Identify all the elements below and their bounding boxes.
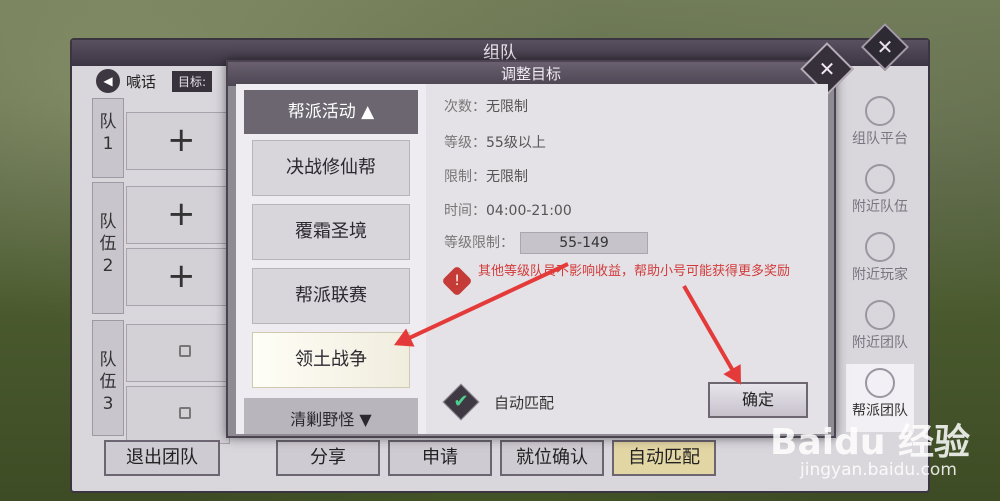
- info-key: 限制：: [444, 169, 486, 185]
- person-icon: [865, 232, 895, 262]
- shout-label: 喊话: [126, 72, 157, 91]
- category-item[interactable]: 覆霜圣境: [252, 204, 410, 260]
- side-nav-label: 组队平台: [852, 131, 908, 147]
- dialog-title: 调整目标: [228, 62, 834, 86]
- category-item[interactable]: 帮派联赛: [252, 268, 410, 324]
- people-icon: [865, 96, 895, 126]
- group-icon: [865, 300, 895, 330]
- team-slot-locked: [126, 386, 230, 444]
- info-value: 无限制: [486, 169, 528, 185]
- triangle-up-icon: ▲: [361, 102, 375, 122]
- lock-icon: [179, 345, 191, 357]
- side-nav-label: 附近团队: [852, 335, 908, 351]
- team-slot[interactable]: +: [126, 112, 230, 170]
- info-time: 时间：04:00-21:00: [444, 200, 572, 220]
- category-footer[interactable]: 清剿野怪 ▼: [244, 398, 418, 434]
- auto-match-checkbox[interactable]: ✔: [442, 383, 480, 421]
- target-label: 目标:: [172, 70, 213, 92]
- level-limit-row: 等级限制： 55-149: [444, 232, 648, 254]
- add-member-icon: +: [167, 194, 196, 234]
- baidu-watermark: Baidu 经验: [770, 422, 971, 463]
- category-footer-label: 清剿野怪: [290, 410, 355, 429]
- level-limit-label: 等级限制：: [444, 235, 514, 251]
- side-nav-nearby-groups[interactable]: 附近团队: [846, 296, 914, 364]
- team-slot[interactable]: +: [126, 248, 230, 306]
- info-key: 时间：: [444, 203, 486, 219]
- team-slot[interactable]: +: [126, 186, 230, 244]
- warning-notice: ! 其他等级队员不影响收益，帮助小号可能获得更多奖励: [441, 264, 796, 297]
- auto-match-label: 自动匹配: [494, 394, 555, 412]
- shout-area[interactable]: ◀ 喊话 目标:: [96, 68, 213, 94]
- info-value: 55级以上: [486, 135, 546, 151]
- info-value: 无限制: [486, 99, 528, 115]
- guild-icon: [865, 368, 895, 398]
- people-icon: [865, 164, 895, 194]
- auto-match-button[interactable]: 自动匹配: [612, 440, 716, 476]
- team-group-1: 队 1: [92, 98, 124, 178]
- side-nav-team-platform[interactable]: 组队平台: [846, 92, 914, 160]
- close-icon: ✕: [818, 57, 836, 81]
- info-count: 次数：无限制: [444, 96, 528, 116]
- side-nav-nearby-teams[interactable]: 附近队伍: [846, 160, 914, 228]
- warning-text: 其他等级队员不影响收益，帮助小号可能获得更多奖励: [478, 264, 791, 279]
- add-member-icon: +: [167, 120, 196, 160]
- info-value: 04:00-21:00: [486, 203, 572, 219]
- megaphone-icon: ◀: [96, 69, 120, 93]
- side-nav-label: 附近玩家: [852, 267, 908, 283]
- add-member-icon: +: [167, 256, 196, 296]
- lock-icon: [179, 407, 191, 419]
- category-item[interactable]: 决战修仙帮: [252, 140, 410, 196]
- category-list: 帮派活动 ▲ 决战修仙帮 覆霜圣境 帮派联赛 领土战争 清剿野怪 ▼: [236, 84, 426, 434]
- side-nav-nearby-players[interactable]: 附近玩家: [846, 228, 914, 296]
- close-icon: ✕: [876, 35, 894, 59]
- info-key: 次数：: [444, 99, 486, 115]
- apply-button[interactable]: 申请: [388, 440, 492, 476]
- check-icon: ✔: [453, 391, 469, 412]
- category-item-selected[interactable]: 领土战争: [252, 332, 410, 388]
- info-level: 等级：55级以上: [444, 132, 546, 152]
- side-nav-label: 附近队伍: [852, 199, 908, 215]
- warning-icon: !: [441, 265, 473, 297]
- target-detail-pane: 次数：无限制 等级：55级以上 限制：无限制 时间：04:00-21:00 等级…: [426, 84, 828, 434]
- share-button[interactable]: 分享: [276, 440, 380, 476]
- category-header[interactable]: 帮派活动 ▲: [244, 90, 418, 134]
- info-key: 等级：: [444, 135, 486, 151]
- ready-check-button[interactable]: 就位确认: [500, 440, 604, 476]
- team-group-2: 队 伍 2: [92, 182, 124, 314]
- category-header-label: 帮派活动: [287, 102, 356, 122]
- watermark-url: jingyan.baidu.com: [800, 460, 957, 480]
- side-nav: 组队平台 附近队伍 附近玩家 附近团队 帮派团队: [846, 92, 914, 432]
- level-limit-selector[interactable]: 55-149: [520, 232, 648, 254]
- team-slot-locked: [126, 324, 230, 382]
- team-group-3: 队 伍 3: [92, 320, 124, 436]
- triangle-down-icon: ▼: [359, 410, 372, 429]
- info-restriction: 限制：无限制: [444, 166, 528, 186]
- quit-team-button[interactable]: 退出团队: [104, 440, 220, 476]
